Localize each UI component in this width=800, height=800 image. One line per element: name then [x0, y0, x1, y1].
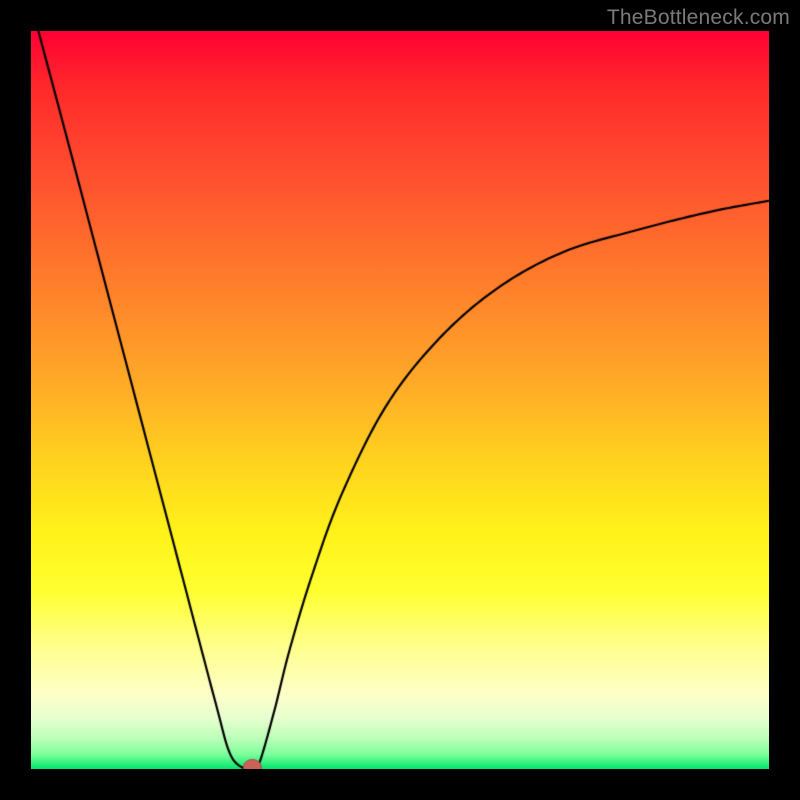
bottleneck-curve: [31, 31, 769, 769]
plot-area: [31, 31, 769, 769]
chart-frame: TheBottleneck.com: [0, 0, 800, 800]
watermark-text: TheBottleneck.com: [607, 6, 790, 30]
